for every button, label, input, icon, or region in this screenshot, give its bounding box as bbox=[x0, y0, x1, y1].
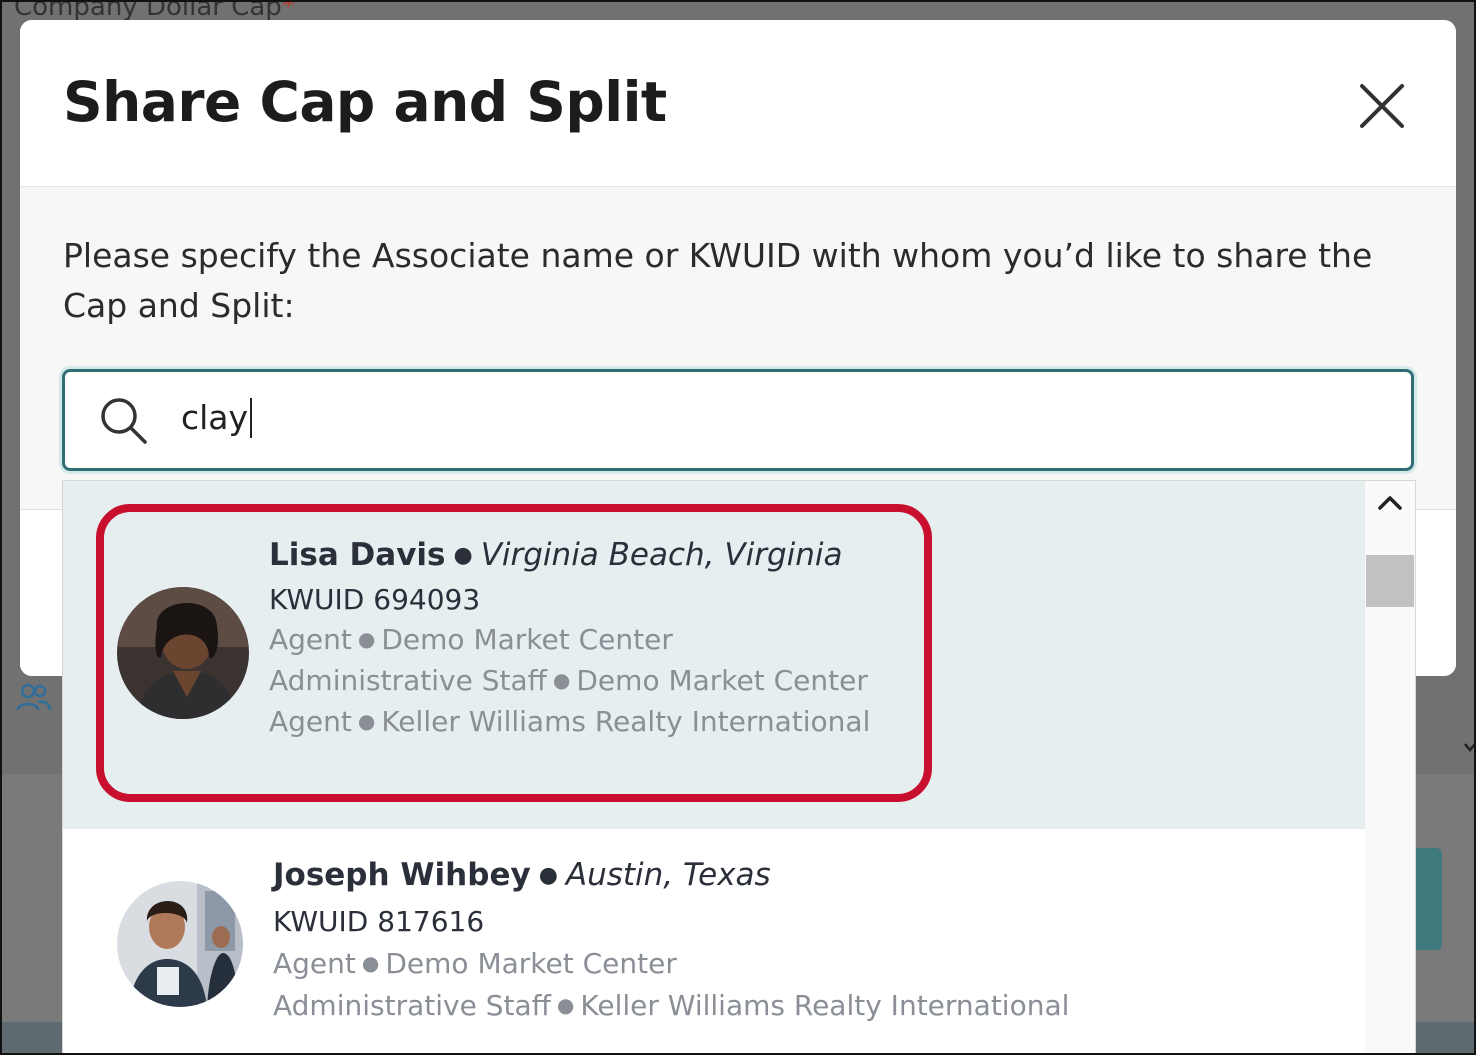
avatar bbox=[117, 881, 243, 1007]
screenshot-frame: Company Dollar Cap* Share Cap and Split … bbox=[0, 0, 1476, 1055]
result-role: Agent ● Keller Williams Realty Internation… bbox=[269, 705, 871, 738]
result-item[interactable]: Joseph Wihbey ● Austin, Texas KWUID 817616… bbox=[63, 829, 1365, 1053]
people-icon bbox=[16, 683, 52, 711]
result-kwuid: KWUID 817616 bbox=[273, 905, 485, 938]
result-kwuid: KWUID 694093 bbox=[269, 583, 481, 616]
avatar bbox=[117, 587, 249, 719]
result-location: Austin, Texas bbox=[565, 857, 771, 893]
result-role: Administrative Staff ● Demo Market Center bbox=[269, 664, 868, 697]
result-name-line: Joseph Wihbey ● Austin, Texas bbox=[273, 857, 771, 893]
scrollbar-thumb[interactable] bbox=[1366, 555, 1414, 607]
search-results-dropdown: Lisa Davis ● Virginia Beach, Virginia KWUI… bbox=[62, 480, 1416, 1053]
background-field-label: Company Dollar Cap* bbox=[14, 0, 295, 22]
modal-header: Share Cap and Split bbox=[20, 20, 1456, 187]
modal-title: Share Cap and Split bbox=[63, 70, 667, 134]
background-button bbox=[1412, 848, 1442, 950]
result-role: Agent ● Demo Market Center bbox=[273, 947, 677, 980]
search-icon bbox=[101, 398, 147, 444]
chevron-down-icon bbox=[1464, 743, 1474, 752]
result-item[interactable]: Lisa Davis ● Virginia Beach, Virginia KWUI… bbox=[63, 481, 1365, 829]
text-caret bbox=[250, 397, 253, 438]
result-location: Virginia Beach, Virginia bbox=[480, 537, 843, 573]
modal-body: Please specify the Associate name or KWU… bbox=[20, 187, 1456, 509]
prompt-text: Please specify the Associate name or KWU… bbox=[63, 236, 1373, 325]
close-icon[interactable] bbox=[1358, 82, 1406, 130]
chevron-up-icon[interactable] bbox=[1377, 491, 1403, 515]
search-value[interactable]: clay bbox=[181, 397, 253, 440]
result-role: Administrative Staff ● Keller Williams Rea… bbox=[273, 989, 1070, 1022]
result-role: Agent ● Demo Market Center bbox=[269, 623, 673, 656]
required-mark: * bbox=[281, 0, 295, 22]
associate-search-input[interactable]: clay bbox=[62, 369, 1414, 471]
result-name-line: Lisa Davis ● Virginia Beach, Virginia bbox=[269, 537, 843, 573]
dropdown-scrollbar[interactable] bbox=[1365, 481, 1415, 1053]
